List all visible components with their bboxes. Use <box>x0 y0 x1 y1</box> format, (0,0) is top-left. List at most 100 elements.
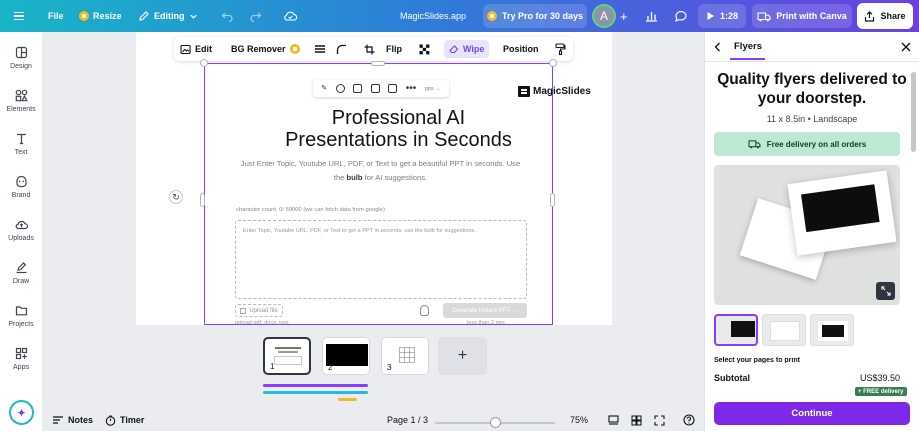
rail-item-draw[interactable]: Draw <box>0 261 42 285</box>
flyer-preview-image <box>714 165 900 305</box>
border-style-button[interactable] <box>314 37 326 61</box>
slide-subtitle[interactable]: Just Enter Topic, Youtube URL, PDF, or T… <box>232 157 529 185</box>
bg-remover-button[interactable]: BG Remover <box>231 37 300 61</box>
resize-handle-tl[interactable] <box>200 59 208 67</box>
editing-dropdown[interactable]: Editing <box>138 0 198 32</box>
transparency-button[interactable] <box>419 37 430 61</box>
grid-icon <box>399 347 415 363</box>
corner-rounding-button[interactable] <box>336 37 347 61</box>
wipe-button[interactable]: Wipe <box>444 40 490 58</box>
document-title[interactable]: MagicSlides.app <box>400 0 466 32</box>
flyer-variant-2[interactable] <box>762 314 806 346</box>
page-indicator[interactable]: Page 1 / 3 <box>387 409 428 431</box>
resize-handle-left[interactable] <box>200 193 205 207</box>
elements-icon <box>15 89 28 102</box>
try-pro-label: Try Pro for 30 days <box>501 11 584 21</box>
edit-button[interactable]: Edit <box>180 37 212 61</box>
corner-radius-icon <box>336 44 346 54</box>
fullscreen-button[interactable] <box>654 409 665 431</box>
present-button[interactable]: 1:28 <box>698 4 746 28</box>
share-button[interactable]: Share <box>857 3 913 29</box>
duplicate-icon[interactable] <box>370 84 380 93</box>
flyer-variant-1[interactable] <box>714 314 758 346</box>
paint-format-button[interactable] <box>555 37 566 61</box>
panel-scrollbar[interactable] <box>910 64 917 358</box>
share-icon <box>865 10 875 22</box>
upload-file-button[interactable]: Upload file <box>235 304 283 317</box>
position-label: Position <box>503 44 539 54</box>
help-icon <box>683 414 695 426</box>
notes-button[interactable]: Notes <box>52 409 93 431</box>
refresh-icon[interactable] <box>335 84 345 93</box>
generate-ppt-button[interactable]: Generate Instant PPT → <box>443 303 527 318</box>
editing-label: Editing <box>154 11 185 21</box>
expand-icon <box>880 286 891 296</box>
magic-edit-icon[interactable]: ✎ <box>321 84 327 93</box>
slide-heading[interactable]: Professional AI Presentations in Seconds <box>204 107 593 151</box>
help-button[interactable] <box>683 409 695 431</box>
timer-button[interactable]: Timer <box>105 409 144 431</box>
insights-button[interactable] <box>645 0 658 32</box>
page-thumbnail-1[interactable]: 1 <box>263 337 311 375</box>
resize-handle-top[interactable] <box>371 61 385 66</box>
crown-icon <box>486 11 497 21</box>
add-page-button[interactable]: + <box>438 337 487 375</box>
page-number: 1 <box>270 362 275 371</box>
zoom-level[interactable]: 75% <box>570 409 588 431</box>
print-with-canva-button[interactable]: Print with Canva <box>752 4 852 28</box>
rotate-handle[interactable]: ↻ <box>169 190 183 204</box>
timeline-track-purple <box>263 384 368 387</box>
position-button[interactable]: Position <box>503 37 539 61</box>
more-icon[interactable]: ••• <box>406 83 417 93</box>
bulb-icon[interactable] <box>420 305 429 316</box>
zoom-slider[interactable] <box>435 417 555 428</box>
stopwatch-icon <box>105 414 116 426</box>
flyer-variant-3[interactable] <box>810 314 854 346</box>
expand-preview-button[interactable] <box>876 282 895 300</box>
variant-preview <box>770 321 800 341</box>
crop-button[interactable] <box>364 37 375 61</box>
grid-view-button[interactable] <box>631 409 642 431</box>
avatar-letter: A <box>599 9 608 23</box>
rail-item-projects[interactable]: Projects <box>0 304 42 328</box>
add-collaborator-button[interactable]: + <box>620 0 628 32</box>
upload-file-label: Upload file <box>249 307 278 314</box>
page-view-button[interactable] <box>608 409 619 431</box>
file-menu[interactable]: File <box>48 0 64 32</box>
panel-close-button[interactable] <box>900 40 912 52</box>
panel-scrollbar-thumb[interactable] <box>911 72 916 152</box>
cloud-save-button[interactable] <box>283 0 298 32</box>
redo-button[interactable] <box>249 0 262 32</box>
page-thumbnail-2[interactable]: 2 <box>322 337 370 375</box>
page-thumbnail-3[interactable]: 3 <box>381 337 429 375</box>
resize-handle-right[interactable] <box>550 193 555 207</box>
panel-tab-flyers[interactable]: Flyers <box>734 41 762 52</box>
menu-icon[interactable] <box>14 0 30 32</box>
rail-item-text[interactable]: Text <box>0 132 42 156</box>
rail-item-elements[interactable]: Elements <box>0 89 42 113</box>
file-label: File <box>48 11 64 21</box>
rail-item-apps[interactable]: Apps <box>0 347 42 371</box>
undo-button[interactable] <box>221 0 234 32</box>
flip-label: Flip <box>386 44 402 54</box>
magic-assistant-button[interactable]: ✦ <box>9 400 34 425</box>
delete-icon[interactable] <box>388 84 398 93</box>
rail-item-design[interactable]: Design <box>0 46 42 70</box>
rail-item-brand[interactable]: Brand <box>0 175 42 199</box>
lock-icon[interactable] <box>353 84 363 93</box>
timeline-track-blue <box>263 391 368 394</box>
draw-icon <box>16 262 26 274</box>
resize-handle-tr[interactable] <box>549 59 557 67</box>
resize-button[interactable]: Resize <box>79 0 122 32</box>
generate-ppt-label: Generate Instant PPT → <box>452 307 518 314</box>
panel-back-button[interactable] <box>712 40 724 52</box>
apps-icon <box>15 347 27 360</box>
flip-button[interactable]: Flip <box>386 37 402 61</box>
continue-button[interactable]: Continue <box>714 402 910 425</box>
border-weight-icon <box>315 45 325 53</box>
zoom-slider-knob[interactable] <box>489 417 501 428</box>
avatar[interactable]: A <box>592 4 616 28</box>
comments-button[interactable] <box>674 0 688 32</box>
rail-item-uploads[interactable]: Uploads <box>0 218 42 242</box>
try-pro-button[interactable]: Try Pro for 30 days <box>483 4 587 28</box>
